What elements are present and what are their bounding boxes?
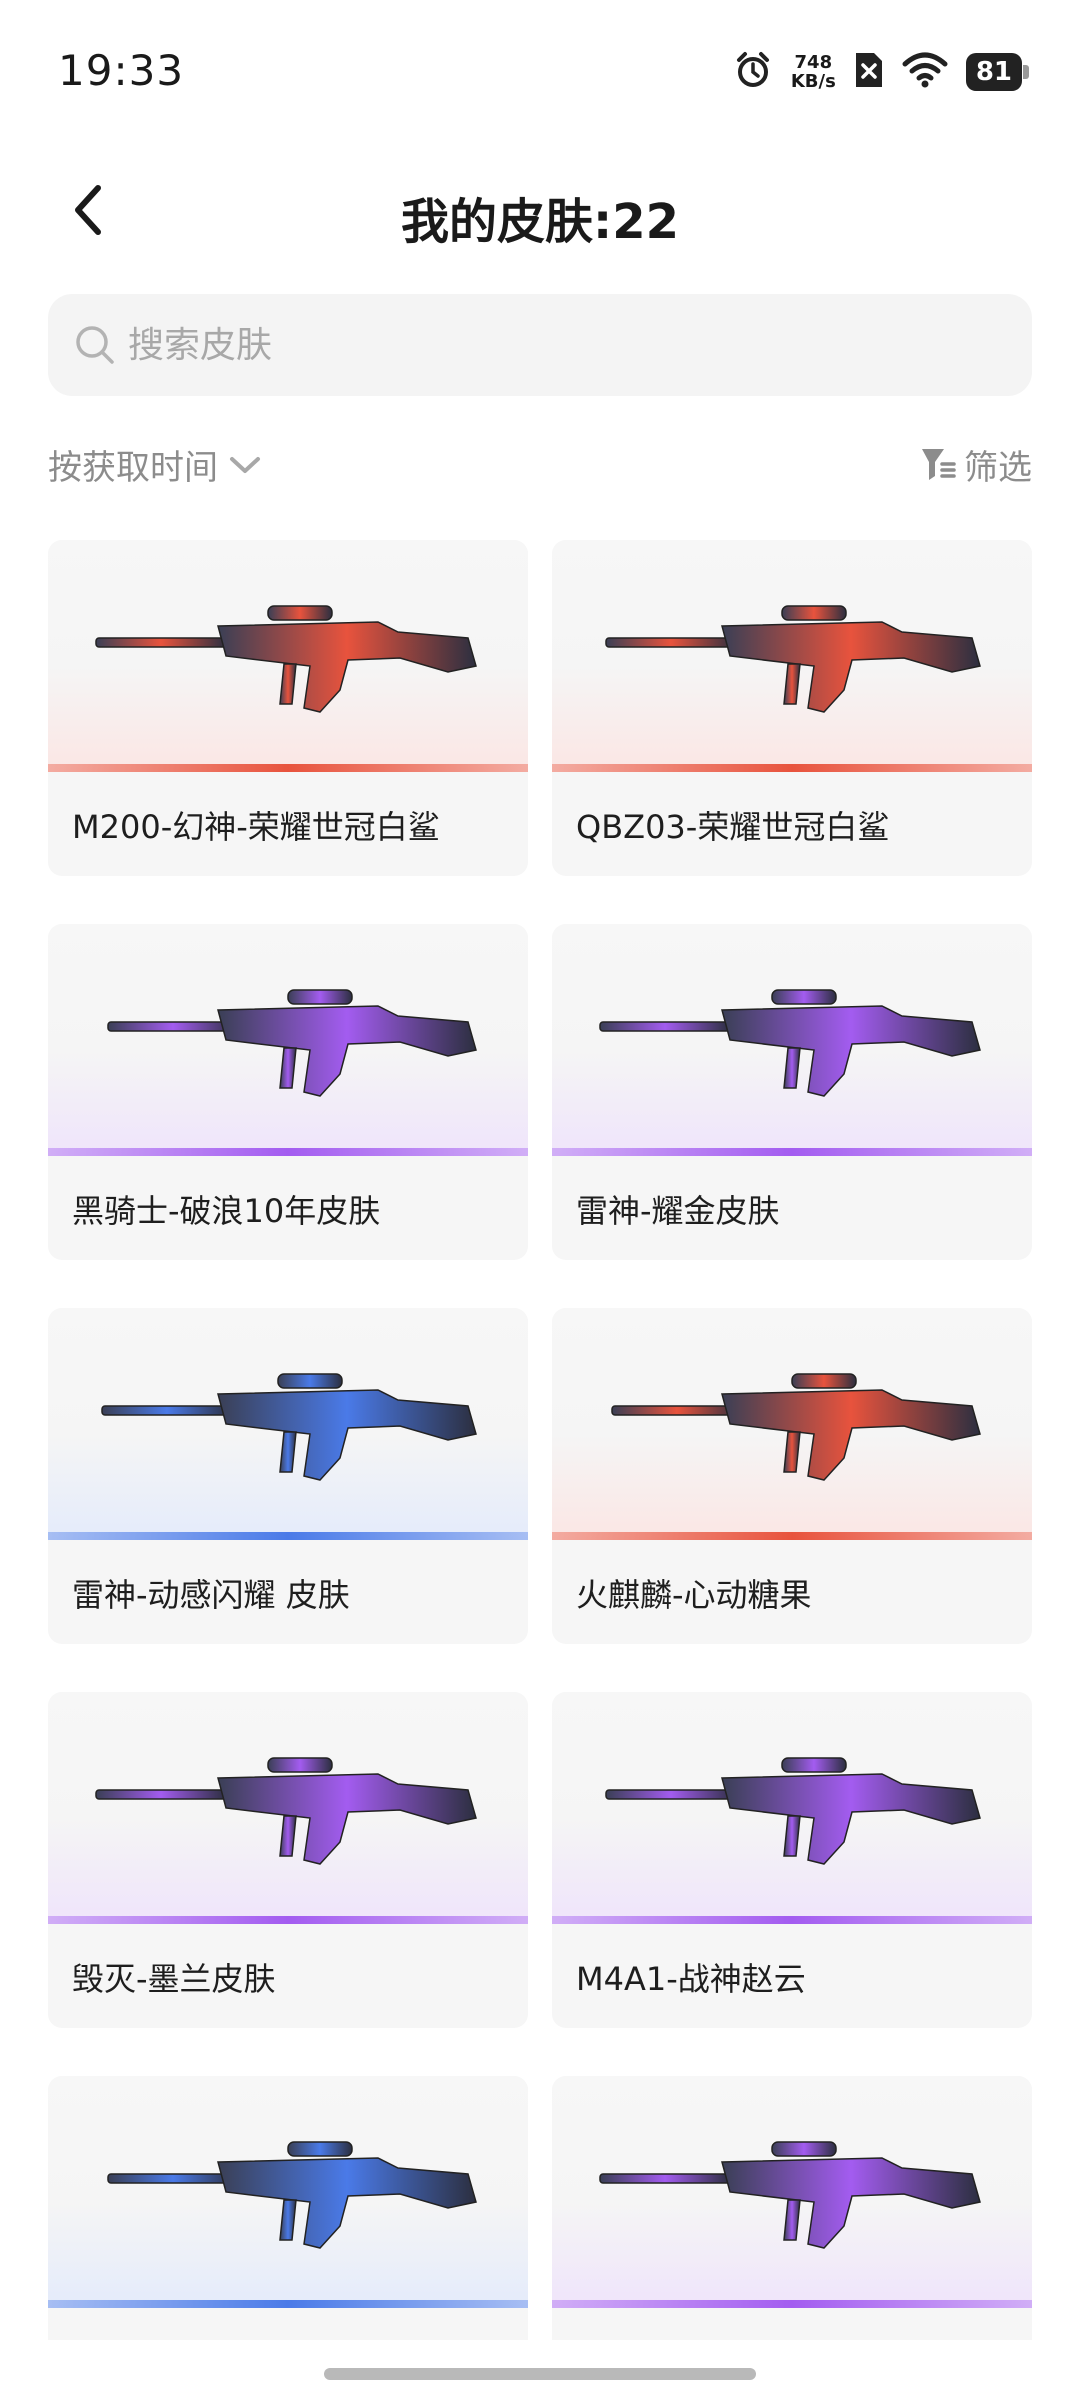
rarity-bar [48, 1148, 528, 1156]
skin-card[interactable]: 火麒麟-心动糖果 [552, 1308, 1032, 1644]
skin-card[interactable]: QBZ03-荣耀世冠白鲨 [552, 540, 1032, 876]
skin-card[interactable] [552, 2076, 1032, 2340]
filter-label: 筛选 [964, 448, 1032, 488]
skin-name: 毁灭-墨兰皮肤 [72, 1960, 276, 1998]
skin-image [552, 1692, 1032, 1924]
page-title: 我的皮肤:22 [401, 194, 679, 250]
sort-dropdown[interactable]: 按获取时间 [48, 440, 262, 489]
search-bar[interactable] [48, 294, 1032, 396]
skin-name: M200-幻神-荣耀世冠白鲨 [72, 808, 440, 846]
rarity-bar [552, 1148, 1032, 1156]
skin-card[interactable]: M4A1-战神赵云 [552, 1692, 1032, 2028]
skin-name: QBZ03-荣耀世冠白鲨 [576, 808, 890, 846]
speed-unit: KB/s [790, 71, 836, 92]
battery-level: 81 [975, 57, 1012, 87]
skin-image [48, 1308, 528, 1540]
skin-name: 火麒麟-心动糖果 [576, 1576, 812, 1614]
sort-filter-row: 按获取时间 筛选 [48, 440, 1032, 504]
rarity-bar [48, 2300, 528, 2308]
status-time: 19:33 [58, 46, 185, 95]
skin-card[interactable] [48, 2076, 528, 2340]
skin-image [552, 540, 1032, 772]
rarity-bar [552, 1532, 1032, 1540]
skin-image [48, 2076, 528, 2308]
skin-image [48, 1692, 528, 1924]
rarity-bar [552, 2300, 1032, 2308]
skin-name: 雷神-耀金皮肤 [576, 1192, 780, 1230]
skin-card[interactable]: 雷神-动感闪耀 皮肤 [48, 1308, 528, 1644]
home-indicator[interactable] [324, 2368, 756, 2380]
wifi-icon [902, 52, 948, 92]
skin-image [552, 1308, 1032, 1540]
skin-image [552, 2076, 1032, 2308]
skin-card[interactable]: 雷神-耀金皮肤 [552, 924, 1032, 1260]
skin-name: M4A1-战神赵云 [576, 1960, 806, 1998]
alarm-icon [733, 50, 773, 94]
skin-card[interactable]: 毁灭-墨兰皮肤 [48, 1692, 528, 2028]
rarity-bar [48, 764, 528, 772]
chevron-down-icon [230, 456, 260, 473]
status-icons: 748 KB/s 81 [733, 48, 1030, 96]
skin-name: 黑骑士-破浪10年皮肤 [72, 1192, 381, 1230]
app-screen: 19:33 748 KB/s 81 我的皮肤:22 搜索皮肤 按获取时间 筛选 … [0, 0, 1080, 2400]
search-icon [76, 326, 114, 364]
network-speed: 748 KB/s [791, 53, 836, 91]
skin-card[interactable]: M200-幻神-荣耀世冠白鲨 [48, 540, 528, 876]
sim-off-icon [854, 51, 884, 93]
skin-image [48, 924, 528, 1156]
rarity-bar [552, 1916, 1032, 1924]
search-input[interactable] [128, 324, 988, 366]
skin-name: 雷神-动感闪耀 皮肤 [72, 1576, 350, 1614]
skin-image [552, 924, 1032, 1156]
skin-card[interactable]: 黑骑士-破浪10年皮肤 [48, 924, 528, 1260]
speed-value: 748 [794, 52, 833, 73]
filter-icon [922, 448, 956, 480]
rarity-bar [552, 764, 1032, 772]
status-bar: 19:33 748 KB/s 81 [0, 0, 1080, 140]
header: 我的皮肤:22 [0, 160, 1080, 260]
skin-grid: M200-幻神-荣耀世冠白鲨 QBZ03-荣耀世冠白鲨 黑骑士-破浪10年皮肤 雷神-… [48, 540, 1032, 2340]
battery-icon: 81 [965, 53, 1030, 91]
rarity-bar [48, 1916, 528, 1924]
rarity-bar [48, 1532, 528, 1540]
filter-button[interactable]: 筛选 [920, 440, 1032, 489]
sort-label: 按获取时间 [48, 448, 218, 488]
skin-image [48, 540, 528, 772]
